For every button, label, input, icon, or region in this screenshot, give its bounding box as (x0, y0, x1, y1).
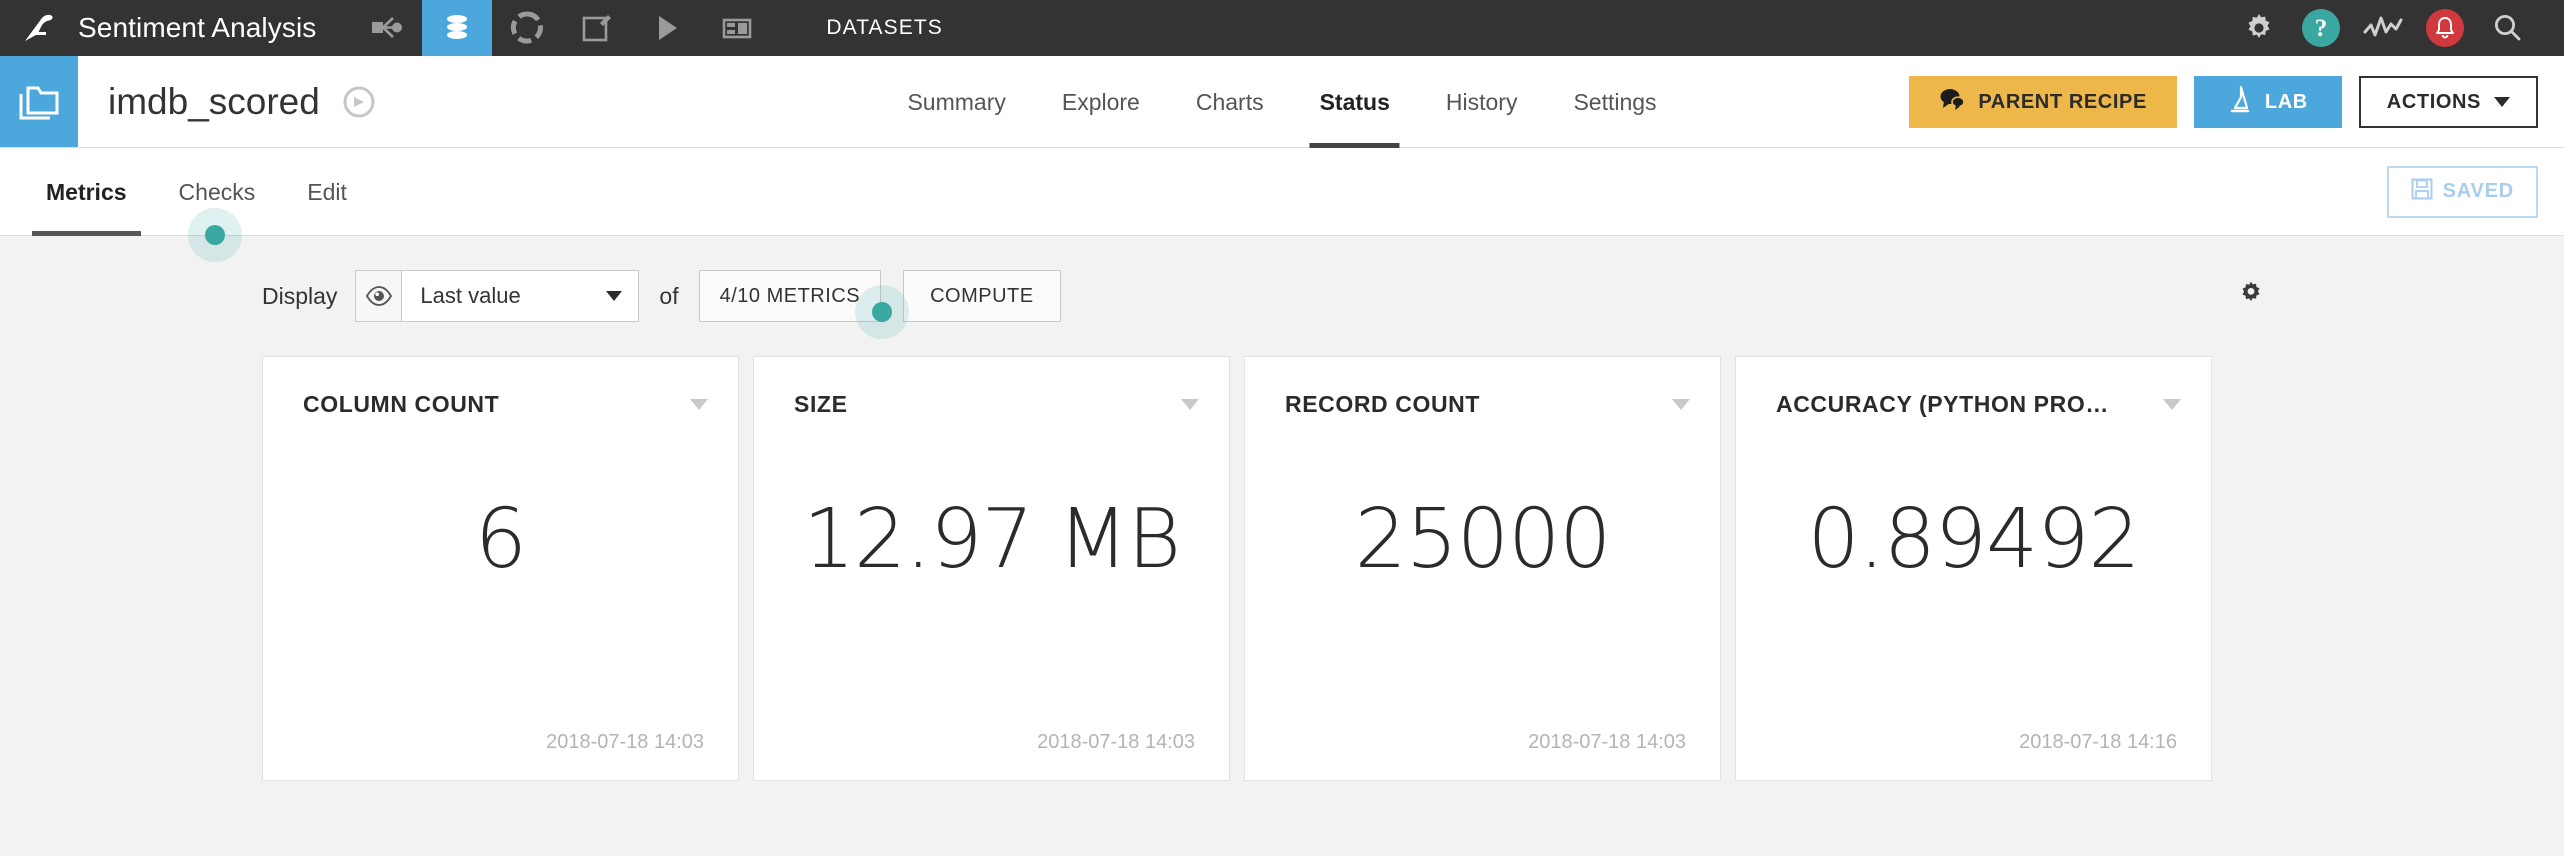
tab-status[interactable]: Status (1292, 56, 1418, 148)
help-icon[interactable]: ? (2290, 0, 2352, 56)
chevron-down-icon[interactable] (690, 399, 708, 410)
metric-card-value: 12.97 MB (802, 492, 1181, 587)
metric-card-timestamp: 2018-07-18 14:16 (2019, 731, 2177, 753)
of-label: of (659, 282, 679, 309)
parent-recipe-label: PARENT RECIPE (1978, 90, 2147, 113)
metrics-selector-button[interactable]: 4/10 METRICS (698, 270, 882, 322)
metric-card-value: 6 (474, 492, 527, 587)
tab-history[interactable]: History (1418, 56, 1546, 148)
tab-explore[interactable]: Explore (1034, 56, 1168, 148)
chevron-down-icon (2494, 97, 2510, 107)
help-icon-circle: ? (2302, 9, 2340, 47)
tab-settings[interactable]: Settings (1545, 56, 1684, 148)
metric-card-timestamp: 2018-07-18 14:03 (1037, 731, 1195, 753)
jobs-icon[interactable] (632, 0, 702, 56)
lab-button[interactable]: LAB (2193, 76, 2342, 128)
metric-cards-grid: COLUMN COUNT 6 2018-07-18 14:03 SIZE 12.… (0, 322, 2564, 781)
status-badge[interactable]: SAVED (2386, 165, 2538, 218)
onboarding-hint-dot-metrics[interactable] (855, 285, 909, 339)
actions-button[interactable]: ACTIONS (2358, 76, 2538, 128)
flow-icon[interactable] (352, 0, 422, 56)
actions-label: ACTIONS (2386, 90, 2481, 113)
datasets-icon[interactable] (422, 0, 493, 56)
eye-icon[interactable] (355, 270, 402, 322)
topbar-right-icons: ? (2228, 0, 2564, 56)
monitoring-icon[interactable] (2352, 0, 2414, 56)
display-mode-value: Last value (420, 283, 521, 308)
display-mode-select-group: Last value (355, 270, 640, 322)
module-nav-icons (352, 0, 772, 56)
metric-card[interactable]: SIZE 12.97 MB 2018-07-18 14:03 (753, 356, 1230, 781)
metrics-toolbar: Display Last value of 4/10 METRICS COMPU… (0, 236, 2564, 339)
tab-summary[interactable]: Summary (879, 56, 1033, 148)
metric-card-timestamp: 2018-07-18 14:03 (1528, 731, 1686, 753)
metric-card-header: SIZE (794, 391, 1199, 418)
metric-card[interactable]: RECORD COUNT 25000 2018-07-18 14:03 (1244, 356, 1721, 781)
floppy-disk-icon (2411, 178, 2433, 206)
metric-card-header: RECORD COUNT (1285, 391, 1690, 418)
recipes-icon[interactable] (492, 0, 562, 56)
metric-card[interactable]: ACCURACY (PYTHON PRO… 0.89492 2018-07-18… (1735, 356, 2212, 781)
microscope-icon (2228, 85, 2252, 119)
page-title[interactable]: imdb_scored (108, 81, 320, 123)
bell-icon-circle (2426, 9, 2464, 47)
status-subtabs-bar: Metrics Checks Edit SAVED (0, 148, 2564, 262)
metric-card[interactable]: COLUMN COUNT 6 2018-07-18 14:03 (262, 356, 739, 781)
section-label-datasets[interactable]: DATASETS (826, 16, 943, 40)
dataset-folder-icon[interactable] (0, 56, 78, 147)
onboarding-hint-dot-checks[interactable] (188, 208, 242, 262)
dataiku-bird-logo-icon[interactable] (0, 0, 78, 56)
display-mode-select[interactable]: Last value (401, 270, 640, 322)
saved-label: SAVED (2442, 180, 2514, 202)
help-icon-glyph: ? (2314, 14, 2328, 42)
metric-card-value: 0.89492 (1807, 492, 2140, 587)
speech-bubble-icon (1939, 87, 1966, 117)
subtab-metrics[interactable]: Metrics (20, 148, 153, 236)
chevron-down-icon[interactable] (2163, 399, 2181, 410)
metrics-content-area: Display Last value of 4/10 METRICS COMPU… (0, 236, 2564, 856)
gear-icon[interactable] (2238, 280, 2264, 311)
project-name[interactable]: Sentiment Analysis (78, 12, 316, 44)
metric-card-timestamp: 2018-07-18 14:03 (546, 731, 704, 753)
search-icon[interactable] (2476, 0, 2538, 56)
notebooks-icon[interactable] (562, 0, 632, 56)
tab-charts[interactable]: Charts (1168, 56, 1292, 148)
metric-card-header: COLUMN COUNT (303, 391, 708, 418)
lab-label: LAB (2264, 90, 2308, 113)
top-navigation-bar: Sentiment Analysis DATASETS ? (0, 0, 2564, 56)
dashboards-icon[interactable] (702, 0, 772, 56)
display-label: Display (262, 282, 338, 309)
metric-card-title: ACCURACY (PYTHON PRO… (1776, 391, 2109, 417)
chevron-down-icon (606, 291, 623, 301)
notifications-icon[interactable] (2414, 0, 2476, 56)
metric-card-header: ACCURACY (PYTHON PRO… (1776, 391, 2181, 418)
compass-icon[interactable] (342, 85, 376, 119)
dataset-header-bar: imdb_scored Summary Explore Charts Statu… (0, 56, 2564, 148)
chevron-down-icon[interactable] (1672, 399, 1690, 410)
header-action-buttons: PARENT RECIPE LAB ACTIONS (1909, 56, 2538, 148)
metric-card-value: 25000 (1354, 492, 1612, 587)
dataset-title-area: imdb_scored (78, 56, 376, 147)
metric-card-title: RECORD COUNT (1285, 391, 1481, 417)
compute-button[interactable]: COMPUTE (903, 270, 1061, 322)
subtab-edit[interactable]: Edit (281, 148, 373, 236)
dataset-tabs: Summary Explore Charts Status History Se… (879, 56, 1684, 148)
chevron-down-icon[interactable] (1181, 399, 1199, 410)
metric-card-title: SIZE (794, 391, 848, 417)
metric-card-title: COLUMN COUNT (303, 391, 500, 417)
gear-icon[interactable] (2228, 0, 2290, 56)
parent-recipe-button[interactable]: PARENT RECIPE (1909, 76, 2177, 128)
